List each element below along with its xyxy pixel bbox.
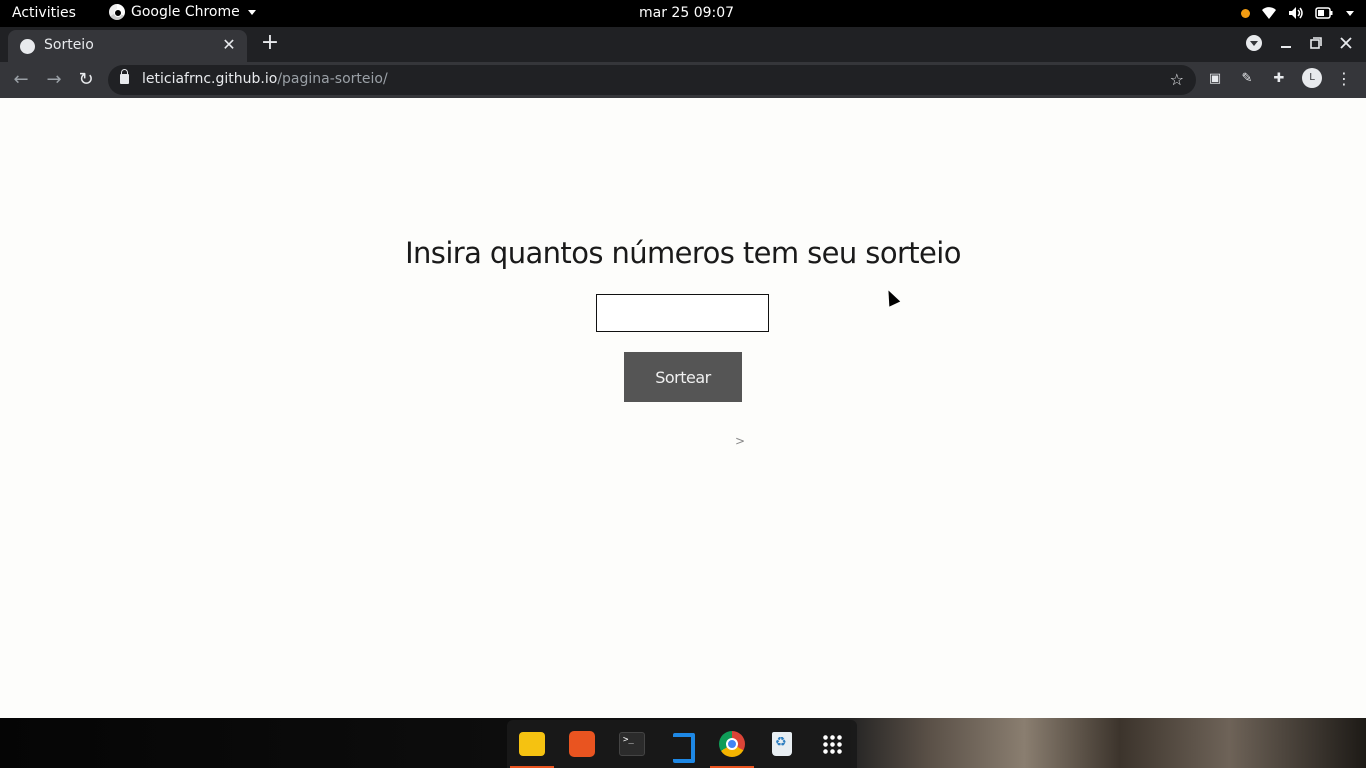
tab-search-icon[interactable] (1246, 35, 1262, 51)
address-bar[interactable]: leticiafrnc.github.io/pagina-sorteio/ ☆ (108, 65, 1196, 95)
dock-software[interactable] (557, 720, 607, 768)
dock: >_ (507, 720, 857, 768)
puzzle-extensions-icon[interactable]: ✚ (1270, 69, 1288, 87)
notification-dot-icon (1241, 8, 1250, 18)
files-app-icon (519, 732, 545, 756)
app-menu-label: Google Chrome (131, 4, 240, 20)
clock[interactable]: mar 25 09:07 (639, 5, 734, 21)
extensions-area: ▣ ✎ ✚ L ⋮ (1206, 68, 1352, 88)
tab-sorteio[interactable]: Sorteio ✕ (8, 30, 247, 62)
software-store-icon (569, 731, 595, 757)
dock-files[interactable] (507, 720, 557, 768)
battery-icon (1315, 7, 1333, 19)
chevron-down-icon (247, 9, 256, 15)
vscode-icon (669, 731, 695, 763)
system-menu-chevron-icon (1346, 10, 1354, 16)
minimize-icon[interactable] (1280, 37, 1292, 49)
activities-button[interactable]: Activities (12, 5, 76, 21)
new-tab-button[interactable]: + (258, 32, 282, 56)
tab-strip: Sorteio ✕ + (0, 27, 1366, 62)
url-text[interactable]: leticiafrnc.github.io/pagina-sorteio/ (142, 71, 388, 87)
dock-chrome[interactable] (707, 720, 757, 768)
browser-toolbar: ← → ↻ leticiafrnc.github.io/pagina-sorte… (0, 62, 1366, 98)
result-text: > (735, 434, 746, 448)
page-content: Insira quantos números tem seu sorteio S… (0, 98, 1366, 718)
extension-icon[interactable]: ▣ (1206, 69, 1224, 87)
app-grid-icon (822, 734, 842, 754)
reload-icon[interactable]: ↻ (74, 68, 98, 92)
volume-icon (1289, 7, 1303, 19)
restore-icon[interactable] (1310, 37, 1322, 49)
window-controls (1246, 35, 1352, 51)
color-picker-extension-icon[interactable]: ✎ (1238, 69, 1256, 87)
dock-show-apps[interactable] (807, 720, 857, 768)
globe-icon (20, 39, 35, 54)
system-tray[interactable] (1241, 6, 1354, 20)
profile-avatar[interactable]: L (1302, 68, 1322, 88)
sortear-button[interactable]: Sortear (624, 352, 742, 402)
chrome-app-icon (719, 731, 745, 757)
close-window-icon[interactable] (1340, 37, 1352, 49)
dock-trash[interactable] (757, 720, 807, 768)
kebab-menu-icon[interactable]: ⋮ (1336, 69, 1352, 88)
system-top-bar: Activities Google Chrome mar 25 09:07 (0, 0, 1366, 27)
terminal-icon: >_ (619, 732, 645, 756)
url-host: leticiafrnc.github.io (142, 71, 278, 87)
chrome-icon (109, 4, 125, 20)
dock-vscode[interactable] (657, 720, 707, 768)
close-tab-icon[interactable]: ✕ (219, 35, 239, 55)
wifi-icon (1262, 7, 1276, 19)
url-path: /pagina-sorteio/ (277, 71, 388, 87)
lock-icon[interactable] (120, 69, 129, 84)
trash-icon (772, 732, 792, 756)
app-menu[interactable]: Google Chrome (109, 4, 256, 20)
page-heading: Insira quantos números tem seu sorteio (405, 236, 961, 270)
back-arrow-icon[interactable]: ← (9, 68, 33, 92)
mouse-cursor-icon (883, 287, 901, 307)
forward-arrow-icon[interactable]: → (42, 68, 66, 92)
number-input[interactable] (596, 294, 769, 332)
bookmark-star-icon[interactable]: ☆ (1170, 70, 1184, 89)
dock-terminal[interactable]: >_ (607, 720, 657, 768)
tab-title: Sorteio (44, 37, 94, 53)
